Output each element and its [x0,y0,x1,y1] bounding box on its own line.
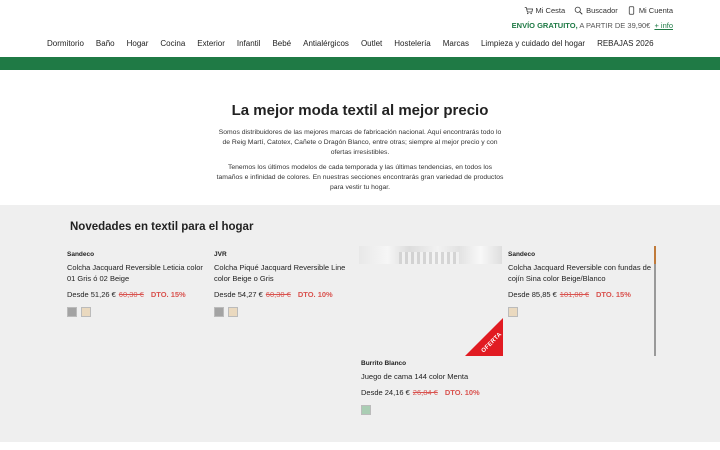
nav-item[interactable]: Hostelería [394,39,430,48]
product-brand: Burrito Blanco [361,360,407,367]
intro-paragraph: Somos distribuidores de las mejores marc… [218,129,502,156]
account-label: Mi Cuenta [638,6,673,15]
product-old-price: 60,30 € [118,290,144,299]
nav-item[interactable]: Outlet [361,39,382,48]
nav-item[interactable]: Limpieza y cuidado del hogar [481,39,585,48]
product-brand: Sandeco [508,251,536,258]
product-card[interactable]: JVR Colcha Piqué Jacquard Reversible Lin… [214,251,359,317]
color-swatches [508,307,653,317]
color-swatch-beige[interactable] [81,307,91,317]
carousel-edge [654,246,656,356]
cart-label: Mi Cesta [535,6,566,15]
product-price-row: Desde 54,27 € 60,30 € DTO. 10% [214,290,359,299]
product-price-row: Desde 51,26 € 60,30 € DTO. 15% [67,290,212,299]
color-swatches [67,307,212,317]
product-name[interactable]: Juego de cama 144 color Menta [361,371,506,382]
product-name[interactable]: Colcha Jacquard Reversible Leticia color… [67,262,212,284]
product-price: Desde 51,26 € [67,290,116,299]
nav-item[interactable]: Hogar [127,39,149,48]
nav-item[interactable]: Exterior [197,39,225,48]
main-nav: Dormitorio Baño Hogar Cocina Exterior In… [47,39,654,48]
product-discount: DTO. 10% [297,290,333,299]
product-price: Desde 54,27 € [214,290,263,299]
nav-item[interactable]: Infantil [237,39,261,48]
color-swatch-grey[interactable] [214,307,224,317]
product-discount: DTO. 15% [596,290,631,299]
cart-icon [524,7,533,15]
product-brand: Sandeco [67,251,95,258]
product-card[interactable]: Sandeco Colcha Jacquard Reversible con f… [508,251,653,317]
shipping-more-link[interactable]: + info [654,21,673,30]
product-name[interactable]: Colcha Piqué Jacquard Reversible Line co… [214,262,359,284]
nav-item[interactable]: Marcas [443,39,469,48]
product-discount: DTO. 10% [444,388,480,397]
color-swatches [361,405,506,415]
offer-badge: OFERTA [465,318,503,356]
product-price: Desde 24,16 € [361,388,410,397]
nav-item[interactable]: Antialérgicos [303,39,349,48]
product-discount: DTO. 15% [150,290,186,299]
intro-paragraph-2: Tenemos los últimos modelos de cada temp… [216,164,504,191]
nav-item[interactable]: Cocina [160,39,185,48]
product-card[interactable]: Sandeco Colcha Jacquard Reversible Letic… [67,251,212,317]
product-old-price: 26,84 € [412,388,438,397]
page-title: La mejor moda textil al mejor precio [231,102,489,119]
color-swatch-grey[interactable] [67,307,77,317]
section-title: Novedades en textil para el hogar [70,221,254,233]
nav-item[interactable]: Dormitorio [47,39,84,48]
shipping-notice: ENVÍO GRATUITO, A PARTIR DE 39,90€ + inf… [512,21,673,30]
new-arrivals-section: Novedades en textil para el hogar Sandec… [0,205,720,442]
product-card[interactable]: Burrito Blanco Juego de cama 144 color M… [361,360,506,415]
color-swatch-mint[interactable] [361,405,371,415]
shipping-free: ENVÍO GRATUITO, [511,21,578,30]
color-swatches [214,307,359,317]
nav-item[interactable]: Baño [96,39,115,48]
account-icon [628,6,634,15]
product-image[interactable] [359,246,502,264]
color-swatch-beige[interactable] [508,307,518,317]
nav-item[interactable]: REBAJAS 2026 [597,39,653,48]
shipping-threshold: A PARTIR DE 39,90€ [579,21,651,30]
product-name[interactable]: Colcha Jacquard Reversible con fundas de… [508,262,653,284]
color-swatch-beige[interactable] [228,307,238,317]
cart-link[interactable]: Mi Cesta [524,6,566,15]
search-icon [574,6,583,15]
product-price: Desde 85,85 € [508,290,557,299]
product-old-price: 101,00 € [559,290,589,299]
product-price-row: Desde 85,85 € 101,00 € DTO. 15% [508,290,653,299]
product-price-row: Desde 24,16 € 26,84 € DTO. 10% [361,388,506,397]
account-link[interactable]: Mi Cuenta [627,6,673,15]
product-brand: JVR [214,251,227,258]
nav-item[interactable]: Bebé [272,39,291,48]
promo-banner[interactable] [0,57,720,70]
product-old-price: 60,30 € [265,290,291,299]
search-link[interactable]: Buscador [574,6,618,15]
search-label: Buscador [586,6,618,15]
utility-bar: Mi Cesta Buscador Mi Cuenta [524,6,673,15]
